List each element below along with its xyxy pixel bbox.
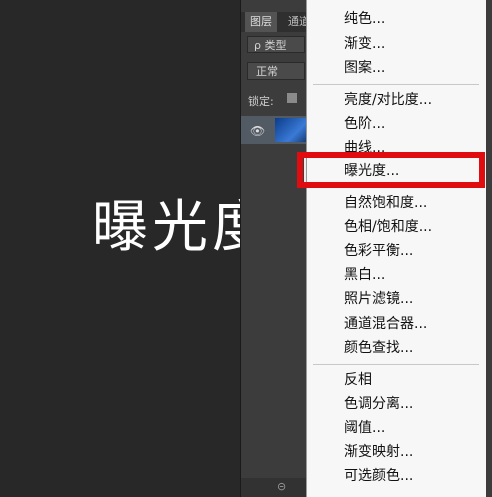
menu-item-brightness-contrast[interactable]: 亮度/对比度... (344, 89, 432, 111)
lock-label: 锁定: (248, 95, 274, 108)
menu-item-gradient-map[interactable]: 渐变映射... (344, 441, 413, 463)
menu-item-photo-filter[interactable]: 照片滤镜... (344, 288, 413, 310)
menu-item-black-white[interactable]: 黑白... (344, 264, 385, 286)
menu-item-gradient[interactable]: 渐变... (344, 33, 385, 55)
menu-item-posterize[interactable]: 色调分离... (344, 393, 413, 415)
menu-separator (313, 364, 479, 365)
highlight-box-exposure (297, 152, 485, 188)
menu-item-color-balance[interactable]: 色彩平衡... (344, 240, 413, 262)
tab-layers[interactable]: 图层 (245, 12, 277, 32)
blend-mode-select[interactable]: 正常 (247, 62, 305, 80)
menu-item-invert[interactable]: 反相 (344, 369, 372, 391)
menu-separator (313, 84, 479, 85)
menu-item-channel-mixer[interactable]: 通道混合器... (344, 313, 427, 335)
menu-item-vibrance[interactable]: 自然饱和度... (344, 192, 427, 214)
lock-transparency-icon[interactable] (287, 93, 297, 103)
menu-item-levels[interactable]: 色阶... (344, 113, 385, 135)
menu-item-hue-saturation[interactable]: 色相/饱和度... (344, 216, 432, 238)
menu-item-color-lookup[interactable]: 颜色查找... (344, 337, 413, 359)
layer-kind-filter[interactable]: ρ 类型 (247, 36, 305, 53)
visibility-eye-icon[interactable]: 👁 (250, 124, 265, 138)
menu-item-selective-color[interactable]: 可选颜色... (344, 465, 413, 487)
link-layers-icon[interactable]: ⊝ (277, 480, 286, 493)
menu-item-pattern[interactable]: 图案... (344, 57, 385, 79)
menu-item-solid-color[interactable]: 纯色... (344, 8, 385, 30)
adjustment-layer-menu: 纯色... 渐变... 图案... 亮度/对比度... 色阶... 曲线... … (306, 0, 486, 497)
menu-item-threshold[interactable]: 阈值... (344, 417, 385, 439)
